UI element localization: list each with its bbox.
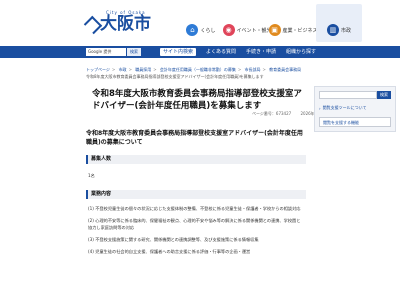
site-search-link[interactable]: サイト内検索 (160, 48, 197, 56)
page-title: 令和8年度大阪市教育委員会事務局指導部登校支援室アドバイザー(会計年度任用職員)… (92, 89, 302, 111)
job-description-item: (1) 不登校児童生徒の個々の状況に応じた支援体制の整備、不登校に係る児童生徒・… (88, 206, 301, 211)
nav-item-label: 産業・ビジネス (282, 27, 318, 34)
breadcrumb-item[interactable]: 市長部局 (244, 67, 260, 72)
accessibility-tools-link[interactable]: › 閲覧支援ツールについて (319, 105, 391, 111)
browsing-support-button[interactable]: 閲覧を支援する機能 (319, 117, 391, 127)
breadcrumb-current: 令和8年度大阪市教育委員会事務局指導部登校支援室アドバイザー(会計年度任用職員)… (86, 74, 264, 79)
breadcrumb: トップページ > 市政 > 職員採用 > 会計年度任用職員（一般職非常勤）の募集 > 市… (86, 67, 302, 72)
site-header: City of Osaka 大阪市 ⌂ くらし ◉ イベント・観光 ▣ 産業・ビ… (0, 0, 400, 44)
home-icon: ⌂ (186, 24, 199, 36)
sidebar-search-button[interactable]: 検索 (377, 91, 391, 99)
search-input[interactable]: Google 提供 (86, 48, 126, 56)
site-logo[interactable]: City of Osaka 大阪市 (86, 10, 151, 33)
sidebar-search-input[interactable] (319, 91, 377, 99)
section-heading-recruit-count: 募集人数 (86, 155, 306, 164)
page-id: ページ番号：673427 (252, 111, 292, 116)
section-heading-job-description: 業務内容 (86, 190, 306, 199)
breadcrumb-item[interactable]: 教育委員会事務局 (269, 67, 301, 72)
page-subtitle: 令和8年度大阪市教育委員会事務局指導部登校支援室アドバイザー(会計年度任用職員)… (86, 130, 303, 146)
job-description-item: (2) 心理的不安等に係る臨床的、保健福祉の観点、心理的不安や悩み等の解決に係る… (88, 218, 301, 230)
accessibility-tools-label: 閲覧支援ツールについて (322, 105, 367, 110)
building-icon: ▥ (326, 24, 339, 36)
arrow-right-icon: › (319, 105, 321, 111)
global-nav: ⌂ くらし ◉ イベント・観光 ▣ 産業・ビジネス ▥ 市政 (178, 4, 362, 42)
breadcrumb-item[interactable]: 職員採用 (135, 67, 151, 72)
logo-japanese-text: 大阪市 (100, 14, 151, 34)
nav-item-business[interactable]: ▣ 産業・ビジネス (268, 4, 318, 42)
city-emblem-icon (86, 16, 96, 30)
sidebar: 検索 › 閲覧支援ツールについて 閲覧を支援する機能 (314, 86, 396, 132)
breadcrumb-item[interactable]: トップページ (86, 67, 110, 72)
organization-link[interactable]: 組織から探す (286, 48, 316, 56)
nav-item-living[interactable]: ⌂ くらし (178, 4, 224, 42)
search-button[interactable]: 検索 (127, 48, 141, 56)
breadcrumb-item[interactable]: 市政 (119, 67, 127, 72)
nav-item-city-government[interactable]: ▥ 市政 (316, 4, 362, 42)
faq-link[interactable]: よくある質問 (206, 48, 236, 56)
nav-item-label: 市政 (340, 27, 351, 34)
procedures-link[interactable]: 手続き・申請 (246, 48, 276, 56)
recruit-count-value: 1名 (88, 173, 95, 178)
breadcrumb-item[interactable]: 会計年度任用職員（一般職非常勤）の募集 (160, 67, 236, 72)
job-description-item: (4) 児童生徒の社会的自立支援、保護者への助言支援に係る評価・行事等の企画・運… (88, 249, 251, 254)
camera-icon: ◉ (222, 24, 235, 36)
briefcase-icon: ▣ (268, 24, 281, 36)
search-bar-links: サイト内検索 よくある質問 手続き・申請 組織から探す (160, 48, 316, 56)
job-description: (1) 不登校児童生徒の個々の状況に応じた支援体制の整備、不登校に係る児童生徒・… (88, 205, 304, 260)
nav-item-events[interactable]: ◉ イベント・観光 (222, 4, 272, 42)
nav-item-label: くらし (200, 27, 216, 34)
sidebar-search-box: 検索 › 閲覧支援ツールについて 閲覧を支援する機能 (314, 86, 396, 132)
search-bar: Google 提供 検索 サイト内検索 よくある質問 手続き・申請 組織から探す (0, 46, 400, 58)
job-description-item: (3) 不登校支援施策に関する研究、関係機関との連携調整等、及び支援施策に係る情… (88, 237, 259, 242)
nav-item-label: イベント・観光 (236, 27, 272, 34)
